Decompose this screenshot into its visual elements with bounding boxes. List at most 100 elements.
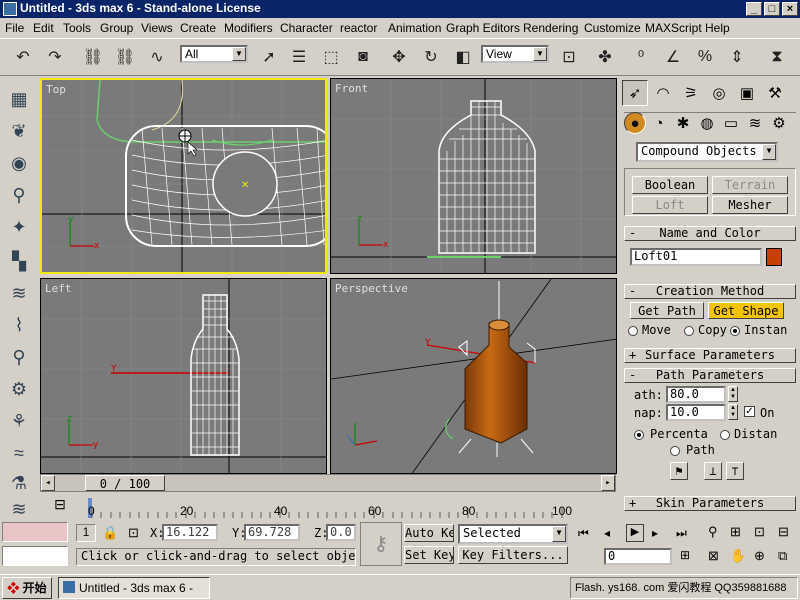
boolean-button[interactable]: Boolean [632,176,708,194]
object-color-swatch[interactable] [766,248,782,266]
menu-rendering[interactable]: Rendering [523,21,578,35]
pick-shape-icon[interactable]: ⚑ [670,462,688,480]
viewport-perspective[interactable]: Y Perspective [330,278,617,474]
angle-snap-icon[interactable]: ∠ [660,44,686,70]
helper-icon[interactable]: ⚘ [6,408,32,434]
prev-frame-icon[interactable]: ◂ [604,526,610,540]
get-path-button[interactable]: Get Path [630,302,704,319]
key-icon[interactable]: ⚷ [360,522,402,566]
close-button[interactable]: × [782,2,798,16]
modify-tab-icon[interactable]: ◠ [650,80,676,106]
menu-create[interactable]: Create [180,21,216,35]
menu-character[interactable]: Character [280,21,333,35]
system-icon[interactable]: ⚗ [6,470,32,496]
scale-icon[interactable]: ◧ [450,44,476,70]
mesher-button[interactable]: Mesher [712,196,788,214]
material-icon[interactable]: ▚ [6,248,32,274]
distance-radio[interactable] [720,430,730,440]
name-color-rollout[interactable]: - Name and Color [624,226,796,241]
time-config-icon[interactable]: ⊞ [680,548,690,562]
window-crossing-icon[interactable]: ◙ [350,44,376,70]
minimize-button[interactable]: _ [746,2,762,16]
link-icon[interactable]: ⛓ [80,44,106,70]
viewport-top[interactable]: ✕ y x Top [40,78,327,274]
zoom-extents-icon[interactable]: ⊡ [754,524,765,540]
menu-edit[interactable]: Edit [33,21,54,35]
category-dropdown[interactable]: Compound Objects ▼ [636,142,778,162]
cameras-icon[interactable]: ◍ [696,112,718,134]
chevron-down-icon[interactable]: ▼ [232,47,246,61]
key-mode-dropdown[interactable]: Selected ▼ [458,524,568,544]
selection-filter-dropdown[interactable]: All ▼ [180,45,248,63]
mini-curve-editor-icon[interactable]: ⊟ [50,496,70,512]
sphere-icon[interactable]: ◉ [6,150,32,176]
zoom-extents-all-icon[interactable]: ⊟ [778,524,789,540]
menu-animation[interactable]: Animation [388,21,441,35]
menu-tools[interactable]: Tools [63,21,91,35]
snap-icon[interactable]: ⁰ [628,44,654,70]
move-icon[interactable]: ✥ [386,44,412,70]
zoom-all-icon[interactable]: ⊞ [730,524,741,540]
path-value-input[interactable]: 80.0 [666,386,726,403]
x-coordinate-field[interactable]: 16.122 [162,524,218,541]
motion-tab-icon[interactable]: ◎ [706,80,732,106]
menu-customize[interactable]: Customize [584,21,641,35]
star-icon[interactable]: ✦ [6,214,32,240]
percentage-radio[interactable] [634,430,644,440]
set-key-button[interactable]: Set Key [404,546,454,564]
chevron-down-icon[interactable]: ▼ [552,526,566,542]
manipulate-icon[interactable]: ✤ [592,44,618,70]
maximize-button[interactable]: □ [764,2,780,16]
get-shape-button[interactable]: Get Shape [708,302,784,319]
shapes-icon[interactable]: ◔ [648,112,670,134]
lights-icon[interactable]: ✱ [672,112,694,134]
arc-rotate-icon[interactable]: ⊕ [754,548,765,564]
select-icon[interactable]: ➚ [256,44,282,70]
geometry-icon[interactable]: ● [624,112,646,134]
mirror-icon[interactable]: ⧗ [764,44,790,70]
maxscript-listener-mini[interactable] [2,522,68,542]
spinner-snap-icon[interactable]: ⇕ [724,44,750,70]
slider-prev-icon[interactable]: ◂ [41,475,55,491]
path-steps-radio[interactable] [670,446,680,456]
next-frame-icon[interactable]: ▸ [652,526,658,540]
z-coordinate-field[interactable]: 0.0 [326,524,356,541]
space-warp-icon[interactable]: ≈ [6,440,32,466]
percent-snap-icon[interactable]: % [692,44,718,70]
move-radio[interactable] [628,326,638,336]
time-slider-thumb[interactable]: 0 / 100 [85,475,165,491]
rotate-icon[interactable]: ↻ [418,44,444,70]
rect-region-icon[interactable]: ⬚ [318,44,344,70]
menu-group[interactable]: Group [100,21,133,35]
app-icon[interactable] [3,2,17,16]
tube-icon[interactable]: ⌇ [6,312,32,338]
skin-parameters-rollout[interactable]: + Skin Parameters [624,496,796,511]
key-filters-button[interactable]: Key Filters... [458,546,568,564]
go-to-end-icon[interactable]: ⏭ [676,526,687,541]
menu-modifiers[interactable]: Modifiers [224,21,273,35]
snap-spinner[interactable]: ▲ ▼ [728,404,738,420]
lock-icon[interactable]: 🔒 [102,525,118,541]
path-spinner[interactable]: ▲ ▼ [728,386,738,402]
select-by-name-icon[interactable]: ☰ [286,44,312,70]
prev-shape-icon[interactable]: ⊥ [704,462,722,480]
box-primitive-icon[interactable]: ▦ [6,86,32,112]
menu-views[interactable]: Views [141,21,173,35]
viewport-left[interactable]: Y z y Left [40,278,327,474]
region-zoom-icon[interactable]: ⊠ [708,548,719,564]
auto-key-button[interactable]: Auto Key [404,524,454,542]
menu-file[interactable]: File [5,21,24,35]
create-tab-icon[interactable]: ➶ [622,80,648,106]
creation-method-rollout[interactable]: - Creation Method [624,284,796,299]
light-icon[interactable]: ⚲ [6,182,32,208]
redo-icon[interactable]: ↷ [42,44,68,70]
ref-coord-dropdown[interactable]: View ▼ [481,45,549,63]
copy-radio[interactable] [684,326,694,336]
wave-icon[interactable]: ≋ [6,496,32,522]
helpers-icon[interactable]: ▭ [720,112,742,134]
menu-reactor[interactable]: reactor [340,21,377,35]
utilities-tab-icon[interactable]: ⚒ [762,80,788,106]
go-to-start-icon[interactable]: ⏮ [578,526,589,541]
time-slider[interactable]: ◂ 0 / 100 ▸ [40,474,616,492]
menu-graph-editors[interactable]: Graph Editors [446,21,520,35]
